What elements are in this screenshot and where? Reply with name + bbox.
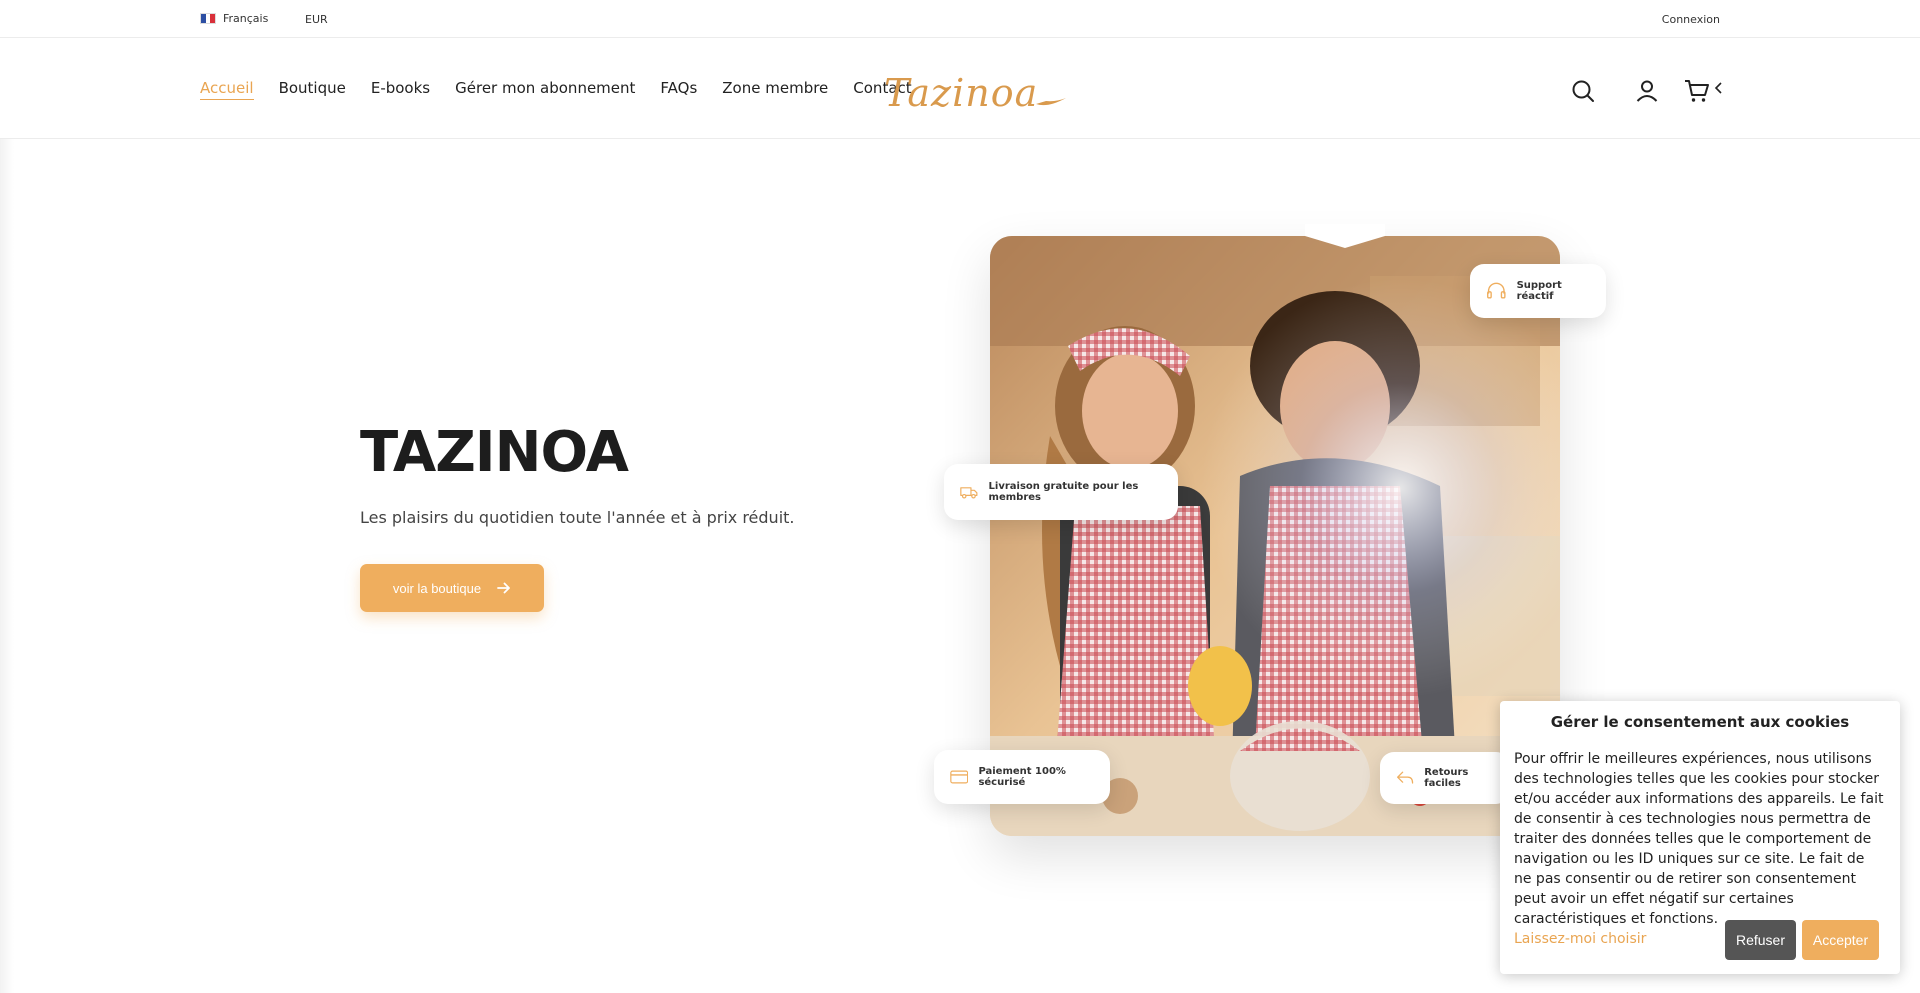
- credit-card-icon: [950, 770, 969, 784]
- chevron-left-icon[interactable]: [1712, 73, 1726, 103]
- nav-item-boutique[interactable]: Boutique: [279, 79, 346, 100]
- nav-item-ebooks[interactable]: E-books: [371, 79, 430, 100]
- support-badge-label: Support réactif: [1516, 280, 1562, 302]
- payment-badge-label: Paiement 100% sécurisé: [978, 766, 1066, 788]
- return-arrow-icon: [1397, 771, 1414, 784]
- returns-badge: Retours faciles: [1380, 752, 1510, 804]
- logo-swoosh-icon: [1036, 98, 1067, 106]
- nav-item-zone-membre[interactable]: Zone membre: [722, 79, 828, 100]
- logo-text: Tazinoa: [884, 71, 1039, 115]
- nav-item-faqs[interactable]: FAQs: [660, 79, 697, 100]
- nav-item-abonnement[interactable]: Gérer mon abonnement: [455, 79, 635, 100]
- language-label: Français: [223, 12, 269, 25]
- login-link[interactable]: Connexion: [1662, 13, 1720, 26]
- cookie-accept-button[interactable]: Accepter: [1802, 920, 1879, 960]
- support-badge: Support réactif: [1470, 264, 1606, 318]
- cookie-title: Gérer le consentement aux cookies: [1550, 713, 1850, 731]
- cookie-body: Pour offrir le meilleures expériences, n…: [1514, 751, 1884, 927]
- headset-icon: [1487, 282, 1506, 299]
- cookie-refuse-button[interactable]: Refuser: [1725, 920, 1796, 960]
- main-header: Accueil Boutique E-books Gérer mon abonn…: [0, 38, 1920, 139]
- payment-badge: Paiement 100% sécurisé: [934, 750, 1110, 804]
- hero-subtitle: Les plaisirs du quotidien toute l'année …: [360, 508, 795, 527]
- french-flag-icon: [200, 13, 216, 24]
- cooking-couple-image: [990, 236, 1560, 836]
- search-icon[interactable]: [1568, 76, 1598, 106]
- cart-icon[interactable]: [1682, 76, 1712, 106]
- delivery-truck-icon: [960, 487, 978, 499]
- cookie-preferences-link[interactable]: Laissez-moi choisir: [1514, 931, 1646, 947]
- main-nav: Accueil Boutique E-books Gérer mon abonn…: [200, 79, 912, 100]
- site-logo[interactable]: Tazinoa: [884, 68, 1068, 118]
- cookie-consent-panel: Gérer le consentement aux cookies Pour o…: [1500, 701, 1900, 974]
- language-switcher[interactable]: Français: [200, 12, 268, 25]
- currency-switcher[interactable]: EUR: [305, 13, 328, 26]
- delivery-badge: Livraison gratuite pour les membres: [944, 464, 1178, 520]
- hero-photo: [990, 236, 1560, 836]
- page-left-shadow: [0, 38, 14, 993]
- nav-item-accueil[interactable]: Accueil: [200, 79, 254, 100]
- returns-badge-label: Retours faciles: [1424, 767, 1469, 789]
- shop-button-label: voir la boutique: [392, 580, 482, 596]
- user-icon[interactable]: [1632, 76, 1662, 106]
- top-bar: Français EUR Connexion: [0, 0, 1920, 38]
- arrow-right-icon: [497, 582, 510, 594]
- header-icons: [1568, 76, 1726, 106]
- delivery-badge-label: Livraison gratuite pour les membres: [988, 481, 1139, 503]
- hero-title: TAZINOA: [360, 420, 629, 485]
- shop-button[interactable]: voir la boutique: [360, 564, 544, 612]
- photo-top-notch: [1305, 224, 1385, 248]
